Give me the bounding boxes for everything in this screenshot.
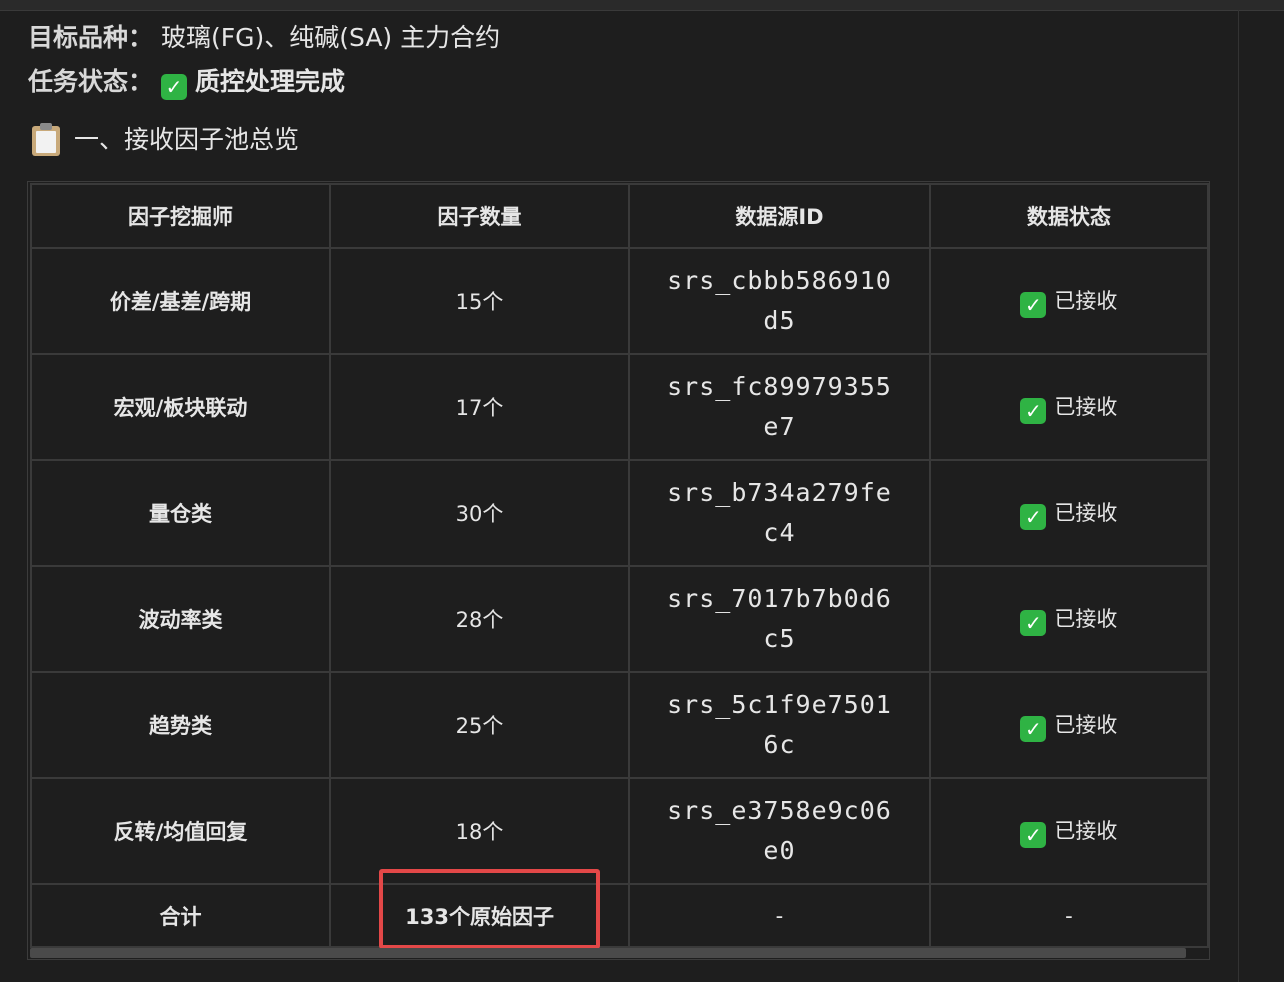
check-mark-icon: ✓ [1020,397,1047,424]
status-cell: ✓ 已接收 [928,459,1210,567]
total-label-cell: 合计 [29,883,332,948]
task-status-label: 任务状态： [28,67,154,96]
table-row: 量仓类 30个 srs_b734a279fec4 ✓ 已接收 [29,459,1210,567]
source-id-cell: srs_e3758e9c06e0 [628,777,931,885]
count-cell: 18个 [329,777,631,885]
header-status: 数据状态 [928,183,1210,249]
total-source-id-cell: - [628,883,931,948]
source-id-text: srs_fc89979355e7 [667,372,892,441]
table-row: 价差/基差/跨期 15个 srs_cbbb586910d5 ✓ 已接收 [29,247,1210,355]
table-row: 趋势类 25个 srs_5c1f9e75016c ✓ 已接收 [29,671,1210,779]
count-cell: 17个 [329,353,631,461]
status-cell: ✓ 已接收 [928,565,1210,673]
miner-cell: 宏观/板块联动 [29,353,332,461]
check-mark-icon: ✓ [1020,609,1047,636]
target-value: 玻璃(FG)、纯碱(SA) 主力合约 [160,23,501,52]
source-id-text: srs_b734a279fec4 [667,478,892,547]
source-id-text: srs_cbbb586910d5 [667,266,892,335]
target-label: 目标品种： [28,23,154,52]
source-id-cell: srs_b734a279fec4 [628,459,931,567]
header-miner: 因子挖掘师 [29,183,332,249]
status-cell: ✓ 已接收 [928,353,1210,461]
horizontal-scrollbar[interactable] [30,948,1186,958]
status-text: 已接收 [1054,500,1118,525]
miner-cell: 量仓类 [29,459,332,567]
factor-pool-table-container: 因子挖掘师 因子数量 数据源ID 数据状态 价差/基差/跨期 15个 srs_c… [27,181,1210,960]
source-id-cell: srs_fc89979355e7 [628,353,931,461]
task-status-line: 任务状态： ✓ 质控处理完成 [28,66,345,100]
total-count-cell: 133个原始因子 [329,883,631,948]
factor-pool-table: 因子挖掘师 因子数量 数据源ID 数据状态 价差/基差/跨期 15个 srs_c… [29,183,1210,948]
miner-cell: 波动率类 [29,565,332,673]
table-row: 反转/均值回复 18个 srs_e3758e9c06e0 ✓ 已接收 [29,777,1210,885]
count-cell: 28个 [329,565,631,673]
editor-gutter [1238,10,1239,982]
total-status-cell: - [928,883,1210,948]
source-id-text: srs_e3758e9c06e0 [667,796,892,865]
source-id-text: srs_5c1f9e75016c [667,690,892,759]
status-text: 已接收 [1054,712,1118,737]
check-mark-icon: ✓ [1020,821,1047,848]
source-id-cell: srs_cbbb586910d5 [628,247,931,355]
table-row: 波动率类 28个 srs_7017b7b0d6c5 ✓ 已接收 [29,565,1210,673]
table-header-row: 因子挖掘师 因子数量 数据源ID 数据状态 [29,183,1210,249]
check-mark-icon: ✓ [1020,715,1047,742]
status-text: 已接收 [1054,818,1118,843]
section-title: 一、接收因子池总览 [32,120,299,160]
status-cell: ✓ 已接收 [928,671,1210,779]
check-mark-icon: ✓ [1020,503,1047,530]
table-total-row: 合计 133个原始因子 - - [29,883,1210,948]
header-count: 因子数量 [329,183,631,249]
count-cell: 25个 [329,671,631,779]
count-cell: 30个 [329,459,631,567]
source-id-cell: srs_5c1f9e75016c [628,671,931,779]
check-mark-icon: ✓ [160,74,187,100]
target-line: 目标品种： 玻璃(FG)、纯碱(SA) 主力合约 [28,22,500,54]
status-text: 已接收 [1054,606,1118,631]
check-mark-icon: ✓ [1020,291,1047,318]
source-id-text: srs_7017b7b0d6c5 [667,584,892,653]
status-text: 已接收 [1054,394,1118,419]
section-title-text: 一、接收因子池总览 [74,125,300,154]
header-source-id: 数据源ID [628,183,931,249]
miner-cell: 趋势类 [29,671,332,779]
task-status-value: 质控处理完成 [194,67,345,96]
status-cell: ✓ 已接收 [928,777,1210,885]
status-text: 已接收 [1054,288,1118,313]
status-cell: ✓ 已接收 [928,247,1210,355]
source-id-cell: srs_7017b7b0d6c5 [628,565,931,673]
clipboard-icon [32,122,60,156]
miner-cell: 反转/均值回复 [29,777,332,885]
top-bar [0,0,1284,11]
table-row: 宏观/板块联动 17个 srs_fc89979355e7 ✓ 已接收 [29,353,1210,461]
miner-cell: 价差/基差/跨期 [29,247,332,355]
count-cell: 15个 [329,247,631,355]
